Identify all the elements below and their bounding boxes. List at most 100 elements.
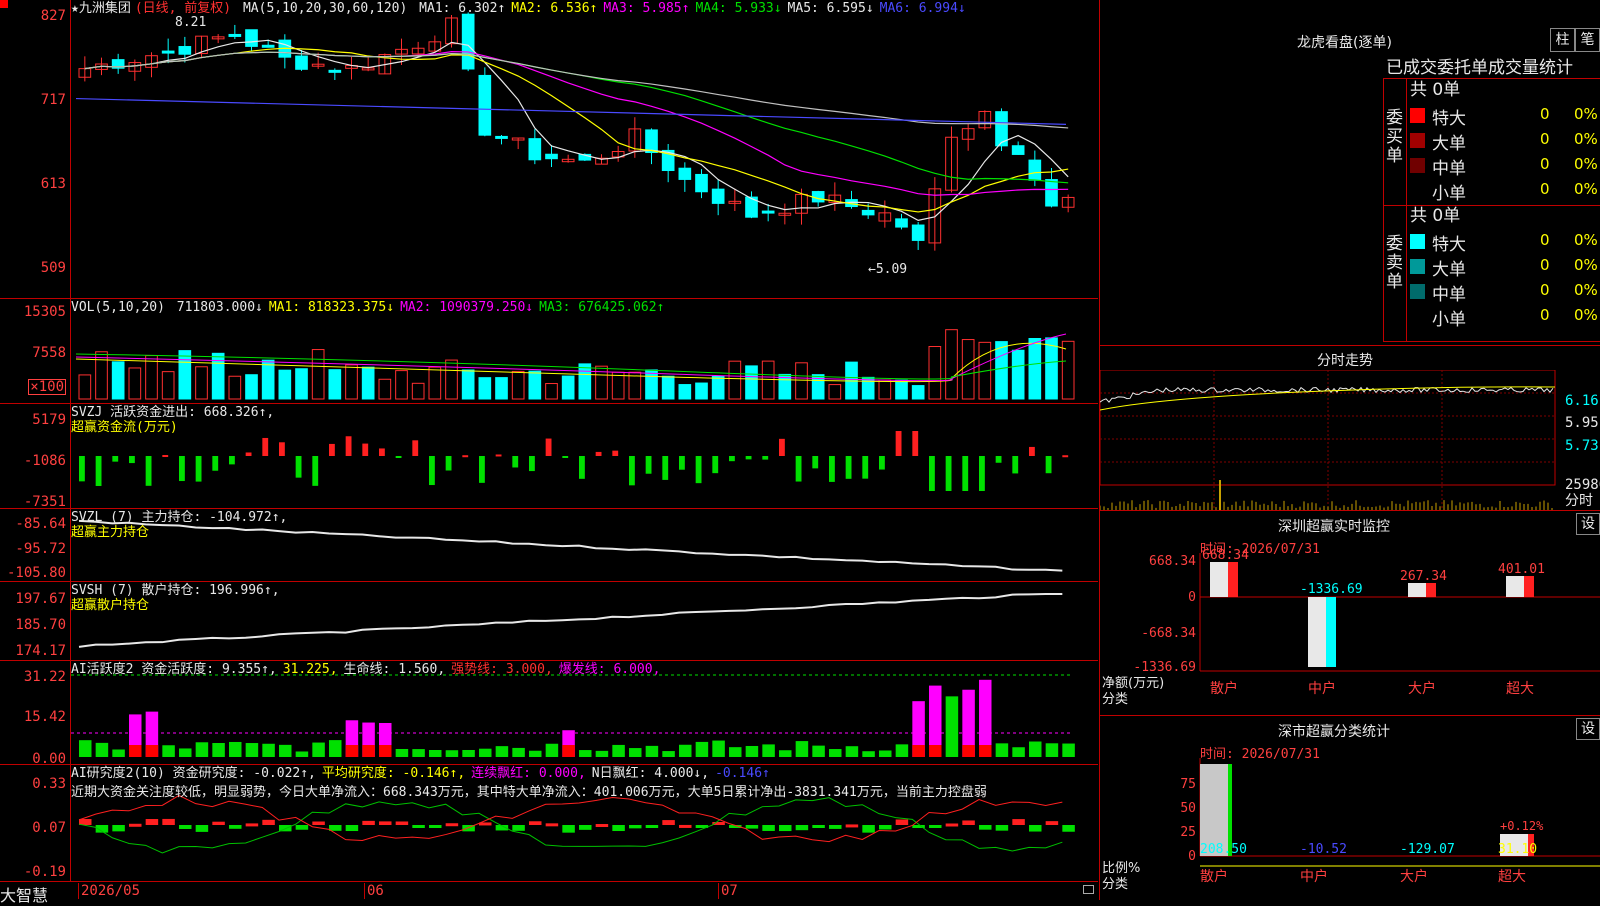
ai1-bar <box>729 747 742 757</box>
vol-bar <box>661 375 675 400</box>
date-label: 07 <box>718 883 738 899</box>
ma-line <box>84 51 1069 196</box>
bar-mode-button[interactable]: 柱 <box>1550 28 1575 52</box>
ai-activity-pane[interactable]: 31.22 15.42 0.00 AI活跃度2 资金活跃度: 9.355↑, 31… <box>0 660 1098 766</box>
vol-bar <box>228 375 242 400</box>
vol-bar <box>695 382 708 400</box>
ai1-bar <box>245 743 259 757</box>
vol-bar <box>545 383 558 400</box>
ma-value: MA5: 6.595↓ <box>787 1 874 16</box>
flow-bar <box>495 454 502 457</box>
intraday-chart[interactable] <box>1100 370 1600 510</box>
ai2-bar <box>929 825 942 828</box>
ai2-bar <box>845 824 859 828</box>
flow-bar <box>895 431 902 456</box>
vol-bar <box>1045 337 1058 400</box>
stock-title[interactable]: ★九洲集团 <box>71 1 131 16</box>
ai2-value: -0.146↑ <box>715 766 770 781</box>
sz-monitor-chart[interactable]: 668.340-668.34-1336.69668.34散户-1336.69中户… <box>1100 511 1600 716</box>
sz-monitor-bar-edge <box>1228 562 1238 597</box>
ai1-bar <box>1045 743 1059 757</box>
tick-mode-button[interactable]: 笔 <box>1575 28 1600 52</box>
flow-bar <box>245 452 252 456</box>
svzj-tick: -7351 <box>23 494 66 510</box>
svzl-title: SVZL (7) 主力持仓: -104.972↑, <box>71 510 288 525</box>
vol-bar <box>645 369 658 400</box>
sz-monitor-value: 668.34 <box>1202 548 1249 563</box>
vol-bar <box>111 361 125 400</box>
vol-ma-value: MA3: 676425.062↑ <box>539 300 665 315</box>
ai1-bar <box>262 743 275 757</box>
volume-pane[interactable]: 15305 7558 ×100 VOL(5,10,20) 711803.000↓… <box>0 298 1098 404</box>
sz-class-value: -129.07 <box>1400 842 1455 857</box>
ai2-bar <box>745 825 759 829</box>
vol-bar <box>245 374 258 400</box>
svzl-axis: -85.64 -95.72 -105.80 <box>0 509 71 582</box>
vol-bar <box>745 365 758 400</box>
ai2-bar <box>429 825 442 828</box>
flow-bar <box>179 456 185 482</box>
candle <box>161 50 175 54</box>
candle <box>245 29 258 47</box>
ai1-bar <box>495 746 509 757</box>
ai2-bar <box>395 821 409 825</box>
ai2-value: 平均研究度: -0.146↑, <box>321 766 466 781</box>
ai1-bar <box>1062 743 1075 757</box>
svzl-tick: -85.64 <box>15 516 66 532</box>
svzj-pane[interactable]: 5179 -1086 -7351 SVZJ 活跃资金进出: 668.326↑, … <box>0 403 1098 509</box>
ai-research-pane[interactable]: 0.33 0.07 -0.19 AI研究度2(10) 资金研究度: -0.022… <box>0 764 1098 882</box>
ai2-bar <box>662 820 675 825</box>
price-tick: 613 <box>40 176 66 192</box>
candlestick-chart[interactable] <box>71 0 1098 298</box>
sz-monitor-xlabel: 分类 <box>1102 692 1129 707</box>
svsh-pane[interactable]: 197.67 185.70 174.17 SVSH (7) 散户持仓: 196.… <box>0 581 1098 661</box>
flow-bar <box>745 456 752 460</box>
flow-bar <box>329 443 335 456</box>
sz-class-tick: 25 <box>1180 825 1196 840</box>
ai1-bar <box>295 751 309 757</box>
price-pane[interactable]: 827 717 613 509 ★九洲集团 (日线, 前复权) MA(5,10,2… <box>0 0 1098 298</box>
ai1-bar <box>579 750 592 757</box>
sz-monitor-bar <box>1308 597 1326 667</box>
svzl-pane[interactable]: -85.64 -95.72 -105.80 SVZL (7) 主力持仓: -10… <box>0 508 1098 582</box>
vol-ma-value: MA1: 818323.375↓ <box>268 300 395 315</box>
flow-bar <box>762 456 769 460</box>
period-label[interactable]: (日线, 前复权) <box>135 1 231 16</box>
candle <box>178 46 192 55</box>
ai1-base <box>345 745 359 757</box>
flow-bar <box>345 436 352 456</box>
ai-activity-axis: 31.22 15.42 0.00 <box>0 661 71 766</box>
flow-bar <box>429 456 435 486</box>
vol-bar <box>511 370 525 400</box>
ai1-value: 爆发线: 6.000, <box>558 662 661 677</box>
menu-corner-icon[interactable] <box>0 0 8 8</box>
flow-bar <box>945 456 952 491</box>
legend-swatch <box>1410 284 1425 299</box>
vol-bar <box>378 378 392 400</box>
sz-class-panel[interactable]: 深市超赢分类统计 设 时间: 2026/07/31 75 50 25 0 +0.12% 2… <box>1100 715 1600 901</box>
flow-bar <box>579 456 585 479</box>
candle <box>761 210 775 214</box>
ai1-base <box>912 745 925 757</box>
fenshi-panel[interactable]: 分时走势 6.16 5.95 5.73 25986 分时 <box>1100 345 1600 511</box>
sz-monitor-panel[interactable]: 深圳超赢实时监控 设 时间: 2026/07/31 668.34 0 -668.34… <box>1100 510 1600 716</box>
price-axis: 827 717 613 509 <box>0 0 71 298</box>
ai1-bar <box>995 743 1009 757</box>
flow-bar <box>112 456 119 462</box>
price-tick: 827 <box>40 8 66 24</box>
legend-swatch <box>1410 183 1425 198</box>
ai2-bar <box>545 823 559 827</box>
svsh-title: SVSH (7) 散户持仓: 196.996↑, <box>71 583 280 598</box>
candle <box>461 13 475 70</box>
brand-label[interactable]: 大智慧 <box>0 882 48 906</box>
sz-monitor-value: 401.01 <box>1498 562 1545 577</box>
lock-icon[interactable] <box>1083 885 1094 894</box>
sz-class-value: 208.50 <box>1200 842 1247 857</box>
candle <box>1045 179 1058 207</box>
vol-bar <box>961 339 975 400</box>
ai2-bar <box>895 819 909 825</box>
ai1-bar <box>612 744 625 757</box>
ai1-bar <box>1029 741 1042 757</box>
sz-class-chart[interactable]: 75 50 25 0 +0.12% 208.50 散户 -10.52 中户 -129.07 大户 31… <box>1100 716 1600 901</box>
flow-bar <box>545 438 552 456</box>
